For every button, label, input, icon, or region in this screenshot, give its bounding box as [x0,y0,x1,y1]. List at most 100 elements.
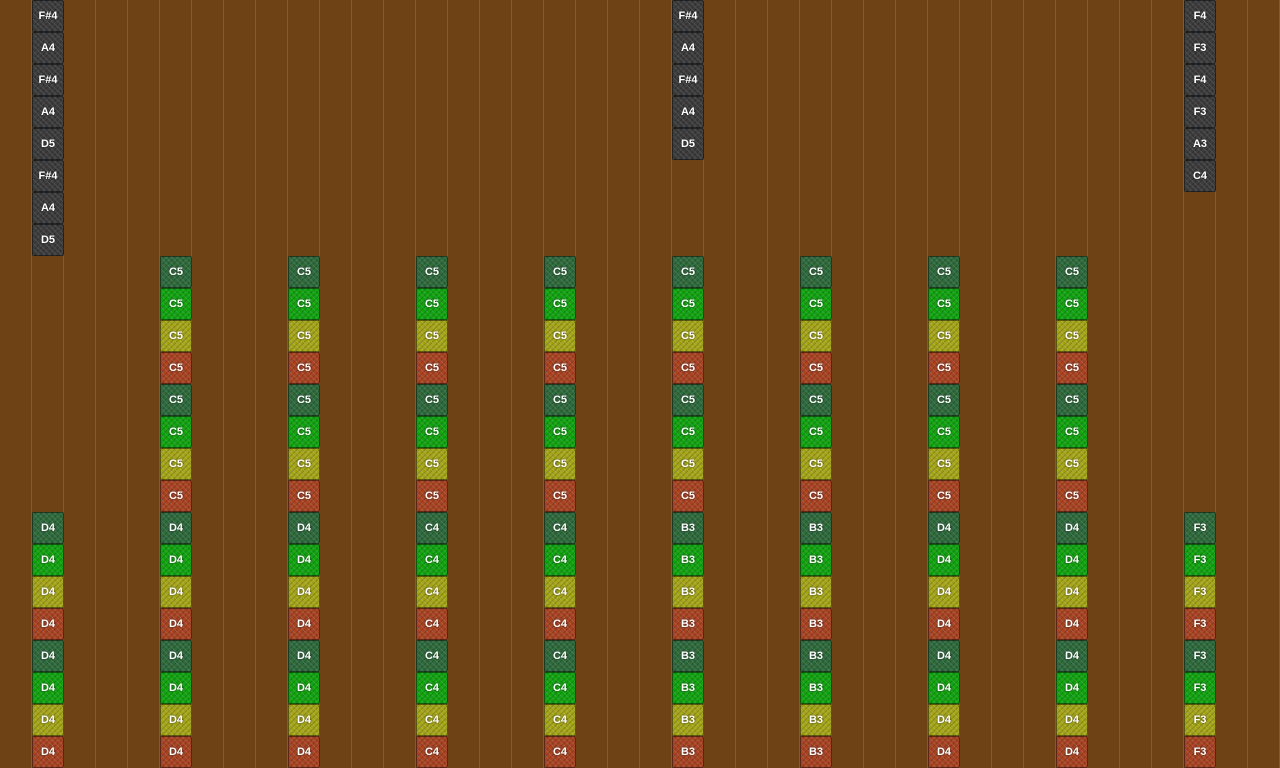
note-block[interactable]: B3 [800,512,832,544]
note-block[interactable]: B3 [800,672,832,704]
note-block[interactable]: F3 [1184,704,1216,736]
note-block[interactable]: F3 [1184,32,1216,64]
note-block[interactable]: F3 [1184,544,1216,576]
note-block[interactable]: C5 [544,448,576,480]
note-block[interactable]: D4 [928,608,960,640]
note-block[interactable]: C5 [544,288,576,320]
note-block[interactable]: C5 [800,480,832,512]
note-block[interactable]: C4 [544,576,576,608]
note-block[interactable]: C5 [928,352,960,384]
note-block[interactable]: C5 [672,352,704,384]
note-block[interactable]: D4 [928,576,960,608]
note-block[interactable]: C4 [544,672,576,704]
note-block[interactable]: F3 [1184,512,1216,544]
note-block[interactable]: C5 [288,288,320,320]
note-block[interactable]: F3 [1184,640,1216,672]
note-block[interactable]: F#4 [672,64,704,96]
note-block[interactable]: D4 [32,512,64,544]
note-block[interactable]: C5 [800,256,832,288]
note-block[interactable]: C4 [416,576,448,608]
note-block[interactable]: F#4 [32,64,64,96]
note-block[interactable]: C5 [544,384,576,416]
note-block[interactable]: B3 [672,640,704,672]
note-block[interactable]: D4 [288,736,320,768]
note-block[interactable]: C5 [416,288,448,320]
note-block[interactable]: C4 [544,512,576,544]
note-block[interactable]: D4 [928,640,960,672]
note-block[interactable]: D4 [1056,736,1088,768]
note-block[interactable]: D4 [288,672,320,704]
note-block[interactable]: D4 [160,640,192,672]
note-block[interactable]: C5 [160,256,192,288]
note-block[interactable]: D4 [32,640,64,672]
note-block[interactable]: C5 [1056,384,1088,416]
note-block[interactable]: F3 [1184,608,1216,640]
note-block[interactable]: B3 [800,704,832,736]
note-block[interactable]: D4 [160,608,192,640]
note-block[interactable]: A4 [32,32,64,64]
note-block[interactable]: C5 [928,320,960,352]
note-block[interactable]: F3 [1184,96,1216,128]
note-block[interactable]: C5 [288,384,320,416]
note-block[interactable]: C5 [416,384,448,416]
note-block[interactable]: B3 [800,576,832,608]
note-block[interactable]: C5 [800,352,832,384]
note-block[interactable]: C5 [800,288,832,320]
note-block[interactable]: C5 [672,288,704,320]
note-block[interactable]: D4 [1056,544,1088,576]
note-block[interactable]: D4 [160,544,192,576]
note-block[interactable]: C4 [544,704,576,736]
note-block[interactable]: B3 [672,736,704,768]
note-block[interactable]: F#4 [672,0,704,32]
note-block[interactable]: F4 [1184,0,1216,32]
note-block[interactable]: C5 [928,384,960,416]
note-block[interactable]: C4 [416,512,448,544]
note-block[interactable]: C5 [928,288,960,320]
note-block[interactable]: D5 [32,128,64,160]
note-block[interactable]: C5 [672,448,704,480]
note-block[interactable]: C5 [928,480,960,512]
note-block[interactable]: D4 [32,576,64,608]
note-block[interactable]: A4 [32,192,64,224]
note-block[interactable]: B3 [800,736,832,768]
note-block[interactable]: D4 [928,736,960,768]
note-block[interactable]: D4 [288,576,320,608]
note-block[interactable]: C5 [416,480,448,512]
note-block[interactable]: D4 [288,544,320,576]
note-block[interactable]: D5 [32,224,64,256]
note-block[interactable]: D4 [32,544,64,576]
note-block[interactable]: C5 [544,256,576,288]
note-block[interactable]: C5 [288,416,320,448]
note-block[interactable]: C5 [672,416,704,448]
note-block[interactable]: C5 [1056,448,1088,480]
note-block[interactable]: D4 [32,736,64,768]
note-block[interactable]: D4 [32,608,64,640]
note-block[interactable]: C4 [416,544,448,576]
note-block[interactable]: D4 [160,736,192,768]
note-block[interactable]: F3 [1184,576,1216,608]
note-block[interactable]: C5 [800,320,832,352]
note-block[interactable]: C4 [544,736,576,768]
note-block[interactable]: C5 [288,480,320,512]
note-block[interactable]: F4 [1184,64,1216,96]
note-block[interactable]: C5 [928,256,960,288]
note-block[interactable]: D4 [928,544,960,576]
note-block[interactable]: F3 [1184,672,1216,704]
note-grid[interactable]: F#4 A4 F#4 A4 D5 F#4 A4 D5 D4 D4 D4 D4 D4 D4 D4 D4 C5 C5 C… [0,0,1280,768]
note-block[interactable]: C5 [544,320,576,352]
note-block[interactable]: C5 [1056,256,1088,288]
note-block[interactable]: C5 [416,256,448,288]
note-block[interactable]: C4 [416,672,448,704]
note-block[interactable]: B3 [800,608,832,640]
note-block[interactable]: D4 [160,704,192,736]
note-block[interactable]: D4 [160,512,192,544]
note-block[interactable]: C5 [160,352,192,384]
note-block[interactable]: D4 [1056,608,1088,640]
note-block[interactable]: C5 [1056,480,1088,512]
note-block[interactable]: C5 [1056,416,1088,448]
note-block[interactable]: D4 [1056,640,1088,672]
note-block[interactable]: C5 [416,352,448,384]
note-block[interactable]: D4 [928,704,960,736]
note-block[interactable]: C5 [160,480,192,512]
note-block[interactable]: D4 [32,704,64,736]
